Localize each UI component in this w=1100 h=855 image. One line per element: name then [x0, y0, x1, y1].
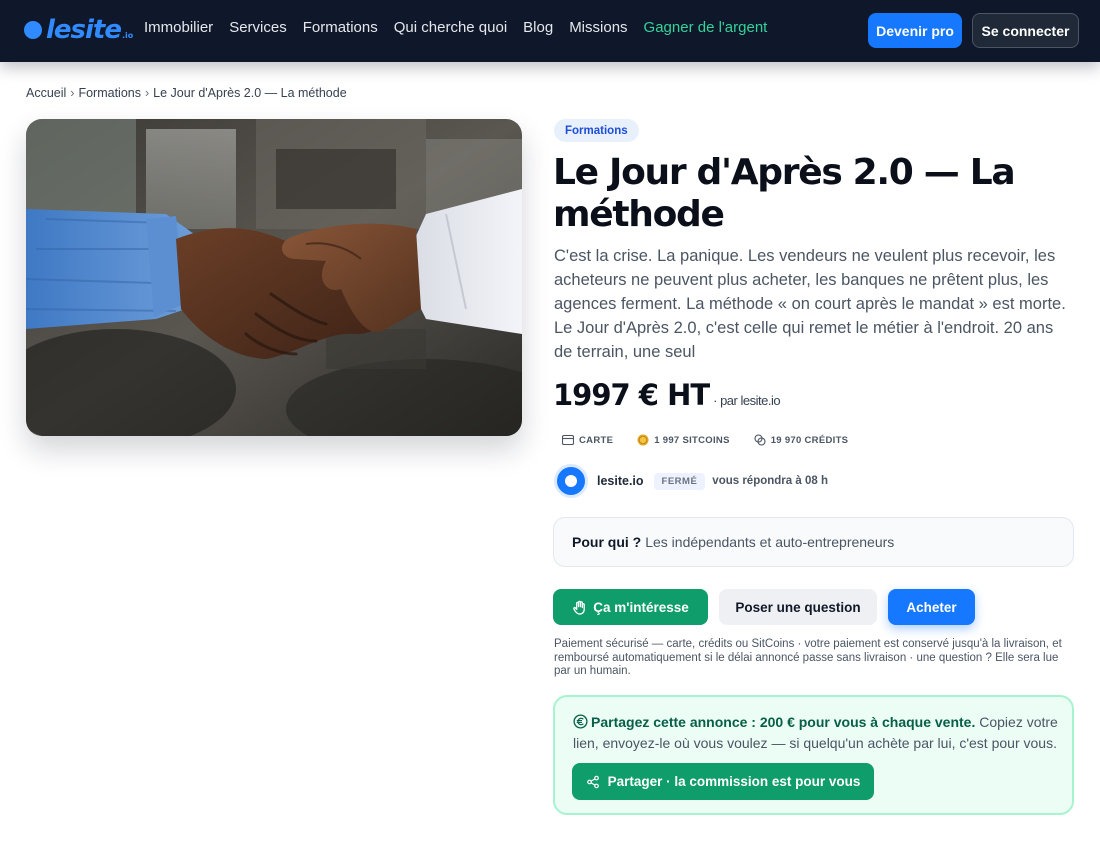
price-seller: · par lesite.io — [713, 393, 781, 408]
share-headline: Partagez cette annonce : 200 € pour vous… — [591, 714, 976, 730]
product-title: Le Jour d'Après 2.0 — La méthode — [553, 152, 1016, 235]
share-icon — [586, 775, 599, 788]
top-navbar: lesite .io Immobilier Services Formation… — [0, 0, 1100, 62]
secure-payment-note: Paiement sécurisé — carte, crédits ou Si… — [554, 638, 1062, 677]
reply-time: vous répondra à 08 h — [712, 475, 828, 487]
login-button[interactable]: Se connecter — [972, 13, 1079, 48]
handshake-photo — [26, 119, 522, 436]
breadcrumb-separator: › — [145, 86, 150, 100]
seller-name[interactable]: lesite.io — [597, 474, 644, 488]
site-logo[interactable]: lesite .io — [24, 14, 133, 46]
logo-tld: .io — [122, 30, 134, 40]
logo-dot-icon — [24, 21, 42, 39]
coin-icon — [637, 434, 649, 446]
payment-option-label: 19 970 CRÉDITS — [770, 434, 849, 446]
become-pro-button[interactable]: Devenir pro — [868, 13, 962, 48]
nav-item-qui-cherche-quoi[interactable]: Qui cherche quoi — [394, 19, 507, 36]
ask-question-button[interactable]: Poser une question — [719, 589, 877, 625]
hand-icon — [573, 600, 586, 615]
nav-item-missions[interactable]: Missions — [569, 19, 627, 36]
nav-item-formations[interactable]: Formations — [303, 19, 378, 36]
nav-item-immobilier[interactable]: Immobilier — [144, 19, 213, 36]
payment-option-sitcoins: 1 997 SITCOINS — [637, 434, 729, 446]
seller-row: lesite.io FERMÉ vous répondra à 08 h — [554, 464, 828, 498]
nav-item-services[interactable]: Services — [229, 19, 287, 36]
share-text: Partagez cette annonce : 200 € pour vous… — [573, 712, 1063, 753]
card-icon — [562, 435, 574, 445]
payment-option-label: 1 997 SITCOINS — [654, 434, 730, 446]
breadcrumb-current: Le Jour d'Après 2.0 — La méthode — [153, 86, 347, 100]
status-badge: FERMÉ — [653, 472, 706, 490]
price-block: 1997 € HT · par lesite.io — [553, 378, 781, 412]
share-button-label: Partager · la commission est pour vous — [607, 774, 861, 789]
credits-icon — [754, 434, 766, 446]
nav-item-blog[interactable]: Blog — [523, 19, 553, 36]
breadcrumb-formations[interactable]: Formations — [78, 86, 141, 100]
breadcrumb-home[interactable]: Accueil — [26, 86, 66, 100]
interest-button-label: Ça m'intéresse — [593, 599, 689, 615]
seller-avatar[interactable] — [554, 464, 588, 498]
product-image — [26, 119, 522, 436]
audience-label: Pour qui ? — [572, 534, 642, 550]
payment-option-credits: 19 970 CRÉDITS — [754, 434, 849, 446]
payment-options: CARTE 1 997 SITCOINS 19 970 CRÉDITS — [562, 434, 848, 446]
audience-value: Les indépendants et auto-entrepreneurs — [645, 534, 895, 550]
logo-name: lesite — [46, 15, 122, 45]
buy-button[interactable]: Acheter — [888, 589, 975, 625]
main-nav: Immobilier Services Formations Qui cherc… — [144, 19, 767, 36]
payment-option-label: CARTE — [579, 434, 614, 446]
breadcrumb: Accueil › Formations › Le Jour d'Après 2… — [26, 86, 347, 100]
nav-item-gagner-de-l-argent[interactable]: Gagner de l'argent — [644, 19, 768, 36]
affiliate-share-box: Partagez cette annonce : 200 € pour vous… — [553, 695, 1074, 815]
product-price: 1997 € HT — [553, 378, 710, 412]
share-button[interactable]: Partager · la commission est pour vous — [572, 763, 874, 800]
audience-box: Pour qui ? Les indépendants et auto-entr… — [553, 517, 1074, 567]
category-badge[interactable]: Formations — [554, 119, 639, 142]
payment-option-card: CARTE — [562, 434, 613, 446]
breadcrumb-separator: › — [70, 86, 75, 100]
product-description: C'est la crise. La panique. Les vendeurs… — [554, 247, 1066, 361]
interest-button[interactable]: Ça m'intéresse — [553, 589, 708, 625]
euro-icon — [573, 714, 588, 729]
